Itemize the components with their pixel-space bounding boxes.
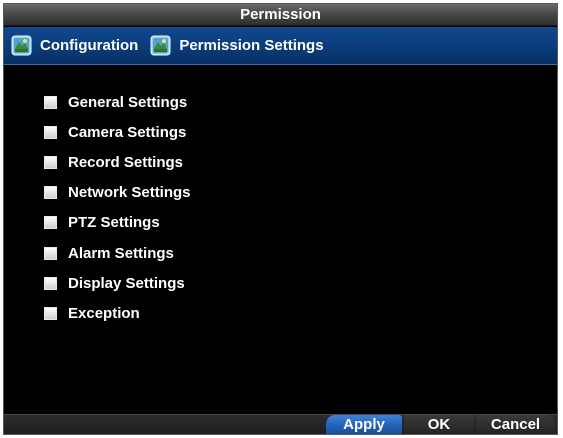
permission-label: General Settings bbox=[68, 93, 188, 111]
checkbox[interactable] bbox=[44, 186, 57, 200]
permission-item-record[interactable]: Record Settings bbox=[44, 147, 191, 177]
breadcrumb-configuration[interactable]: Configuration bbox=[40, 37, 138, 54]
settings-panel-icon bbox=[150, 35, 171, 56]
checkbox[interactable] bbox=[44, 246, 57, 260]
permission-label: Display Settings bbox=[68, 274, 185, 292]
breadcrumb-permission-settings: Permission Settings bbox=[179, 37, 324, 54]
cancel-button[interactable]: Cancel bbox=[476, 415, 555, 434]
checkbox[interactable] bbox=[44, 216, 57, 230]
permission-label: PTZ Settings bbox=[68, 214, 160, 232]
permission-label: Network Settings bbox=[68, 184, 191, 202]
checkbox[interactable] bbox=[44, 125, 57, 139]
window-title: Permission bbox=[4, 4, 557, 26]
permission-label: Record Settings bbox=[68, 153, 184, 171]
permission-item-camera[interactable]: Camera Settings bbox=[44, 117, 191, 147]
button-bar: Apply OK Cancel bbox=[4, 414, 557, 434]
checkbox[interactable] bbox=[44, 95, 57, 109]
apply-button[interactable]: Apply bbox=[326, 415, 402, 434]
permission-item-alarm[interactable]: Alarm Settings bbox=[44, 238, 191, 268]
breadcrumb: Configuration Permission Settings bbox=[4, 27, 557, 65]
permission-label: Exception bbox=[68, 304, 140, 322]
permission-item-display[interactable]: Display Settings bbox=[44, 268, 191, 298]
checkbox[interactable] bbox=[44, 306, 57, 320]
checkbox[interactable] bbox=[44, 155, 57, 169]
settings-panel-icon bbox=[11, 35, 32, 56]
permission-label: Alarm Settings bbox=[68, 244, 174, 262]
permission-item-general[interactable]: General Settings bbox=[44, 87, 191, 117]
ok-button[interactable]: OK bbox=[404, 415, 474, 434]
permission-label: Camera Settings bbox=[68, 123, 187, 141]
checkbox[interactable] bbox=[44, 276, 57, 290]
permission-item-ptz[interactable]: PTZ Settings bbox=[44, 208, 191, 238]
permission-item-network[interactable]: Network Settings bbox=[44, 178, 191, 208]
permission-dialog: Permission Configuration Permission Sett… bbox=[3, 3, 558, 435]
permission-list: General Settings Camera Settings Record … bbox=[44, 87, 191, 329]
permission-item-exception[interactable]: Exception bbox=[44, 298, 191, 328]
